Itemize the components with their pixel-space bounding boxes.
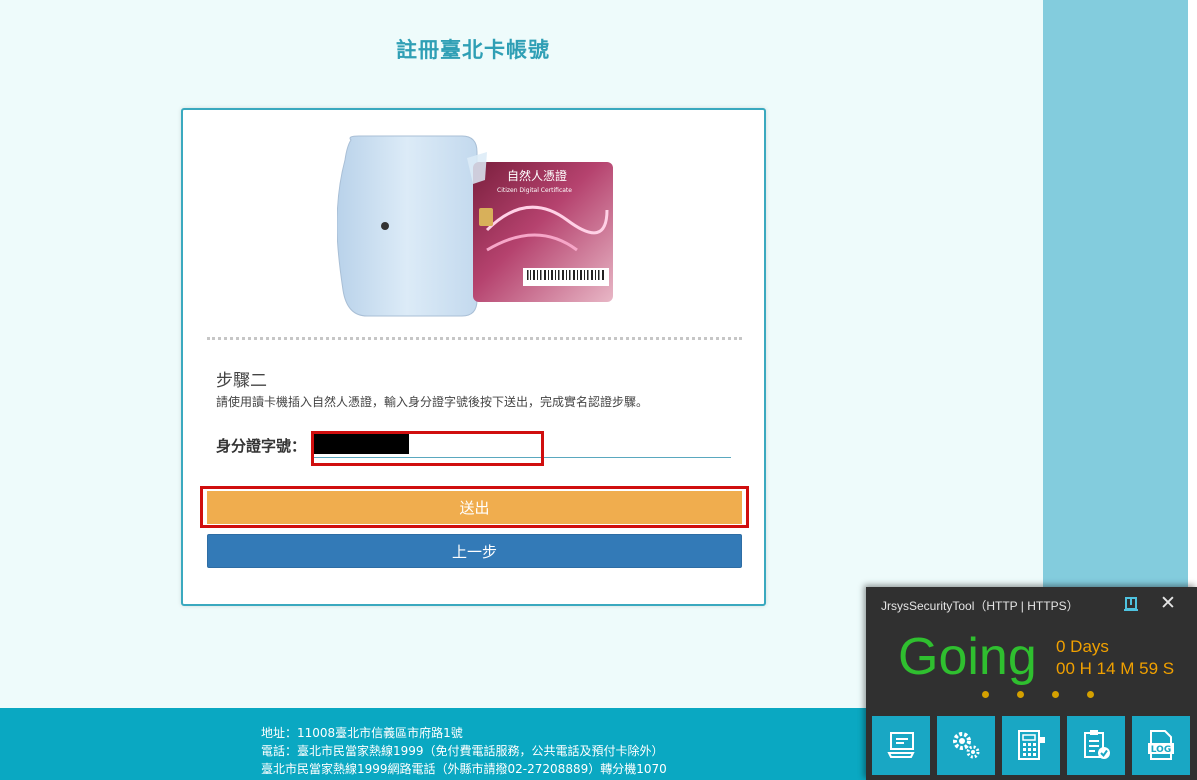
step-description: 請使用讀卡機插入自然人憑證，輸入身分證字號後按下送出，完成實名認證步驟。 bbox=[216, 395, 649, 409]
svg-text:LOG: LOG bbox=[1151, 745, 1171, 755]
calculator-icon bbox=[1018, 730, 1045, 760]
footer-net-phone: 臺北市民當家熱線1999網路電話（外縣市請撥02-27208889）轉分機107… bbox=[261, 762, 667, 776]
log-button[interactable]: LOG bbox=[1132, 716, 1190, 775]
calculator-button[interactable] bbox=[1002, 716, 1060, 775]
monitor-button[interactable] bbox=[872, 716, 930, 775]
settings-button[interactable] bbox=[937, 716, 995, 775]
progress-dot bbox=[1087, 691, 1094, 698]
monitor-icon bbox=[887, 732, 915, 758]
input-highlight-box bbox=[311, 431, 544, 466]
settings-icon bbox=[953, 732, 980, 759]
register-card: 自然人憑證 Citizen Digital Certificate 步驟二 請使… bbox=[181, 108, 766, 606]
card-sublabel: Citizen Digital Certificate bbox=[497, 187, 572, 194]
progress-dot bbox=[1017, 691, 1024, 698]
log-icon: LOG bbox=[1148, 730, 1174, 760]
step-title: 步驟二 bbox=[216, 371, 267, 391]
back-button[interactable]: 上一步 bbox=[207, 534, 742, 568]
footer-text: 地址：11008臺北市信義區市府路1號 電話：臺北市民當家熱線1999（免付費電… bbox=[261, 724, 667, 778]
checklist-button[interactable] bbox=[1067, 716, 1125, 775]
progress-dots bbox=[976, 691, 1096, 703]
pin-icon[interactable] bbox=[1124, 596, 1138, 612]
submit-highlight-box bbox=[200, 486, 749, 528]
footer-address: 地址：11008臺北市信義區市府路1號 bbox=[261, 726, 463, 740]
progress-dot bbox=[982, 691, 989, 698]
timer-time: 00 H 14 M 59 S bbox=[1056, 659, 1175, 678]
card-reader-illustration: 自然人憑證 Citizen Digital Certificate bbox=[337, 135, 613, 317]
security-tool-title: JrsysSecurityTool（HTTP | HTTPS） bbox=[881, 599, 1079, 613]
card-label: 自然人憑證 bbox=[507, 168, 567, 183]
dotted-divider bbox=[207, 337, 742, 340]
progress-dot bbox=[1052, 691, 1059, 698]
close-icon[interactable]: ✕ bbox=[1160, 593, 1176, 613]
page-title: 註冊臺北卡帳號 bbox=[396, 38, 550, 62]
security-tool-panel: JrsysSecurityTool（HTTP | HTTPS） ✕ Going … bbox=[866, 587, 1197, 780]
footer-phone: 電話：臺北市民當家熱線1999（免付費電話服務，公共電話及預付卡除外） bbox=[261, 744, 664, 758]
status-text: Going bbox=[898, 628, 1037, 686]
id-number-label: 身分證字號： bbox=[216, 437, 307, 455]
timer-days: 0 Days bbox=[1056, 637, 1109, 656]
checklist-icon bbox=[1084, 730, 1110, 759]
